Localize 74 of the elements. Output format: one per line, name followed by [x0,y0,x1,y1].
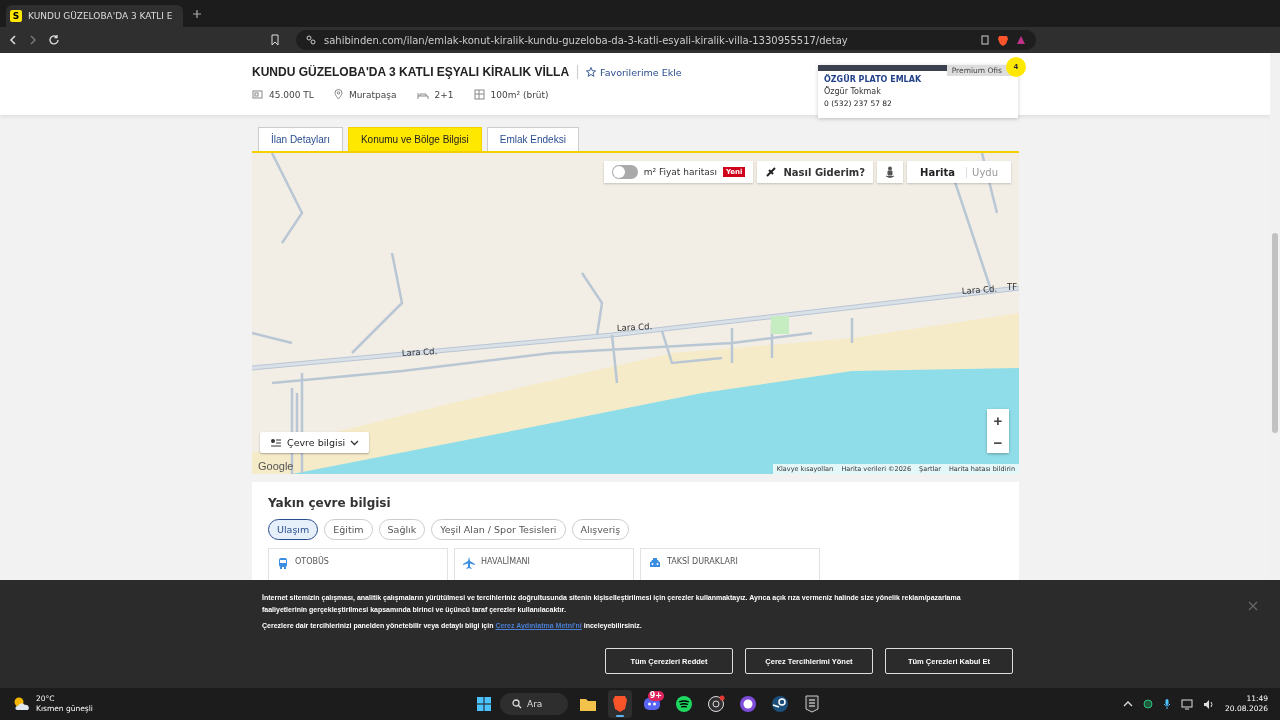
category-chip[interactable]: Eğitim [324,519,373,540]
star-icon [586,67,597,77]
price-map-toggle[interactable] [611,165,638,179]
price-map-label: m² Fiyat haritası [643,167,717,177]
road-label: Lara Cd. [401,346,438,358]
close-icon [1248,601,1258,611]
card-title: TAKSİ DURAKLARI [667,557,738,566]
shield-logo-icon [805,695,819,713]
location-pin-icon [333,89,343,100]
floor-plan-icon [473,89,485,100]
status-dot-icon [1143,699,1154,709]
zoom-in-button[interactable]: + [987,409,1009,431]
sun-cloud-icon [12,696,30,712]
start-icon [476,696,492,712]
forward-icon [28,34,38,46]
site-favicon: S [10,10,22,22]
street-view-button[interactable] [877,161,904,183]
taskbar-search[interactable]: Ara [500,693,568,715]
triangle-icon [1016,35,1026,45]
listing-fact: 2+1 [434,89,454,100]
map-type-tab[interactable]: Harita [915,166,961,178]
site-settings-icon [306,35,316,45]
reader-icon [980,35,990,45]
speaker-icon [1203,698,1216,710]
zoom-out-button[interactable]: − [987,431,1009,453]
road-label: Lara Cd. [961,283,998,296]
section-tab[interactable]: İlan Detayları [258,127,343,151]
reload-icon [48,34,60,46]
ring-icon [707,695,725,713]
road-label: TF [1007,282,1018,292]
add-favorite-link[interactable]: Favorilerime Ekle [586,66,682,78]
category-chip[interactable]: Yeşil Alan / Spor Tesisleri [431,519,566,540]
display-icon [1181,698,1194,710]
listing-title: KUNDU GÜZELOBA'DA 3 KATLI EŞYALI KİRALIK VİLLA [252,65,579,79]
listing-fact: Muratpaşa [348,89,397,100]
section-tab[interactable]: Emlak Endeksi [486,127,579,151]
list-pin-icon [270,437,282,448]
chevron-down-icon [350,439,360,446]
search-icon [512,699,522,709]
microphone-icon [1163,698,1172,710]
airplane-icon [463,557,475,569]
back-icon [8,34,18,46]
directions-button[interactable]: Nasıl Giderim? [757,161,874,183]
agent-name: Özgür Tokmak [824,87,882,96]
taxi-icon [649,557,661,569]
notification-badge: 9+ [647,691,664,701]
bus-icon [277,557,289,569]
surroundings-dropdown[interactable]: Çevre bilgisi [260,432,370,453]
no-route-icon [765,166,778,178]
map-provider-logo: Google [258,460,294,472]
card-title: HAVALİMANI [481,557,530,566]
listing-fact: 100m² (brüt) [490,89,549,100]
circle-app-icon [739,695,757,713]
park-area [771,316,789,334]
person-icon [885,166,896,178]
chevron-up-icon [1123,701,1134,707]
folder-icon [579,696,597,712]
taskbar-app[interactable]: 9+ [640,690,664,718]
listing-fact: 45.000 TL [269,89,314,100]
category-chip[interactable]: Ulaşım [268,519,319,540]
price-tag-icon [252,89,263,100]
section-tab[interactable]: Konumu ve Bölge Bilgisi [347,127,482,151]
new-tab-icon [190,7,203,20]
address-bar[interactable]: sahibinden.com/ilan/emlak-konut-kiralik-kundu-guzeloba-da-3-katli-esyali-kiralik-villa-1330955517/detay [296,30,1036,50]
agency-name[interactable]: ÖZGÜR PLATO EMLAK [824,75,1018,84]
bookmark-icon [270,34,280,46]
category-chip[interactable]: Sağlık [378,519,426,540]
scrollbar-thumb[interactable] [1272,233,1278,433]
section-title: Yakın çevre bilgisi [268,496,392,510]
sound-waves-icon [675,695,693,713]
category-chip[interactable]: Alışveriş [571,519,630,540]
road-label: Lara Cd. [616,321,653,333]
card-title: OTOBÜS [295,557,329,566]
browser-tab[interactable]: S KUNDU GÜZELOBA'DA 3 KATLI E [6,5,183,27]
